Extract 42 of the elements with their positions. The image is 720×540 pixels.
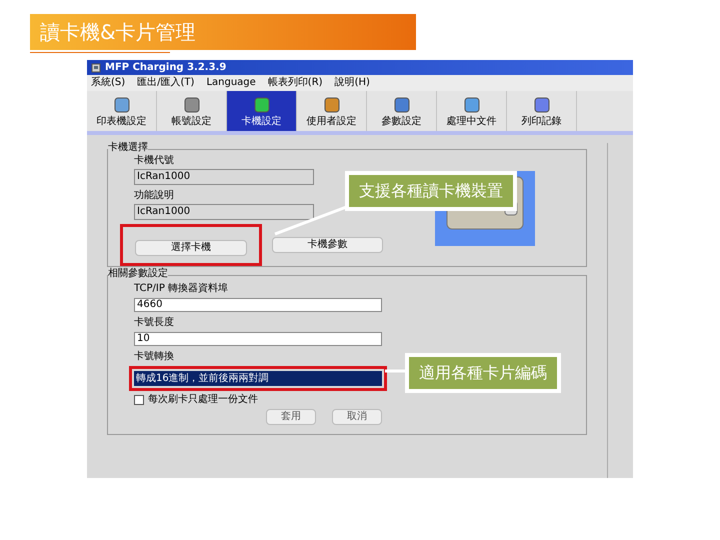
menu-item[interactable]: 匯出/匯入(T) [137, 78, 194, 88]
toolbar-icon [322, 95, 342, 115]
toolbar-button[interactable]: 參數設定 [367, 91, 437, 131]
field-label: 卡號轉換 [134, 352, 175, 362]
field-label: 功能說明 [134, 191, 175, 201]
toolbar-icon [392, 95, 412, 115]
toolbar-button[interactable]: 使用者設定 [297, 91, 367, 131]
toolbar-button[interactable]: 卡機設定 [227, 91, 297, 131]
field-label: 卡機代號 [134, 156, 175, 166]
dialog-button[interactable]: 選擇卡機 [135, 240, 247, 256]
dialog-button[interactable]: 卡機參數 [272, 237, 383, 253]
input-field[interactable]: IcRan1000 [134, 204, 314, 220]
input-field[interactable]: 10 [134, 332, 382, 346]
menu-item[interactable]: 系統(S) [91, 78, 126, 88]
app-icon [91, 62, 101, 72]
leader-line [385, 368, 407, 374]
input-field[interactable]: 4660 [134, 298, 382, 312]
toolbar-icon [112, 95, 132, 115]
toolbar-icon [182, 95, 202, 115]
checkbox-label: 每次刷卡只處理一份文件 [148, 395, 258, 405]
group-title: 相關參數設定 [108, 269, 168, 279]
dropdown-field[interactable]: 轉成16進制，並前後兩兩對調 [134, 371, 382, 386]
input-field[interactable]: IcRan1000 [134, 169, 314, 185]
dialog-button[interactable]: 套用 [266, 409, 316, 425]
menu-item[interactable]: Language [206, 78, 256, 88]
toolbar-button[interactable]: 列印記錄 [507, 91, 577, 131]
field-label: TCP/IP 轉換器資料埠 [134, 284, 230, 294]
slide-title: 讀卡機&卡片管理 [30, 14, 416, 50]
callout-label: 支援各種讀卡機裝置 [345, 171, 517, 211]
field-label: 卡號長度 [134, 318, 175, 328]
group-title: 卡機選擇 [108, 143, 148, 153]
dialog-button[interactable]: 取消 [332, 409, 382, 425]
toolbar-icon [252, 95, 272, 115]
callout-label: 適用各種卡片編碼 [405, 353, 561, 393]
checkbox[interactable] [134, 395, 144, 405]
menu-item[interactable]: 說明(H) [334, 78, 370, 88]
window-title: MFP Charging 3.2.3.9 [105, 62, 226, 72]
toolbar-button[interactable]: 處理中文件 [437, 91, 507, 131]
menu-item[interactable]: 帳表列印(R) [268, 78, 323, 88]
toolbar-icon [462, 95, 482, 115]
toolbar-button[interactable]: 印表機設定 [87, 91, 157, 131]
toolbar-icon [532, 95, 552, 115]
